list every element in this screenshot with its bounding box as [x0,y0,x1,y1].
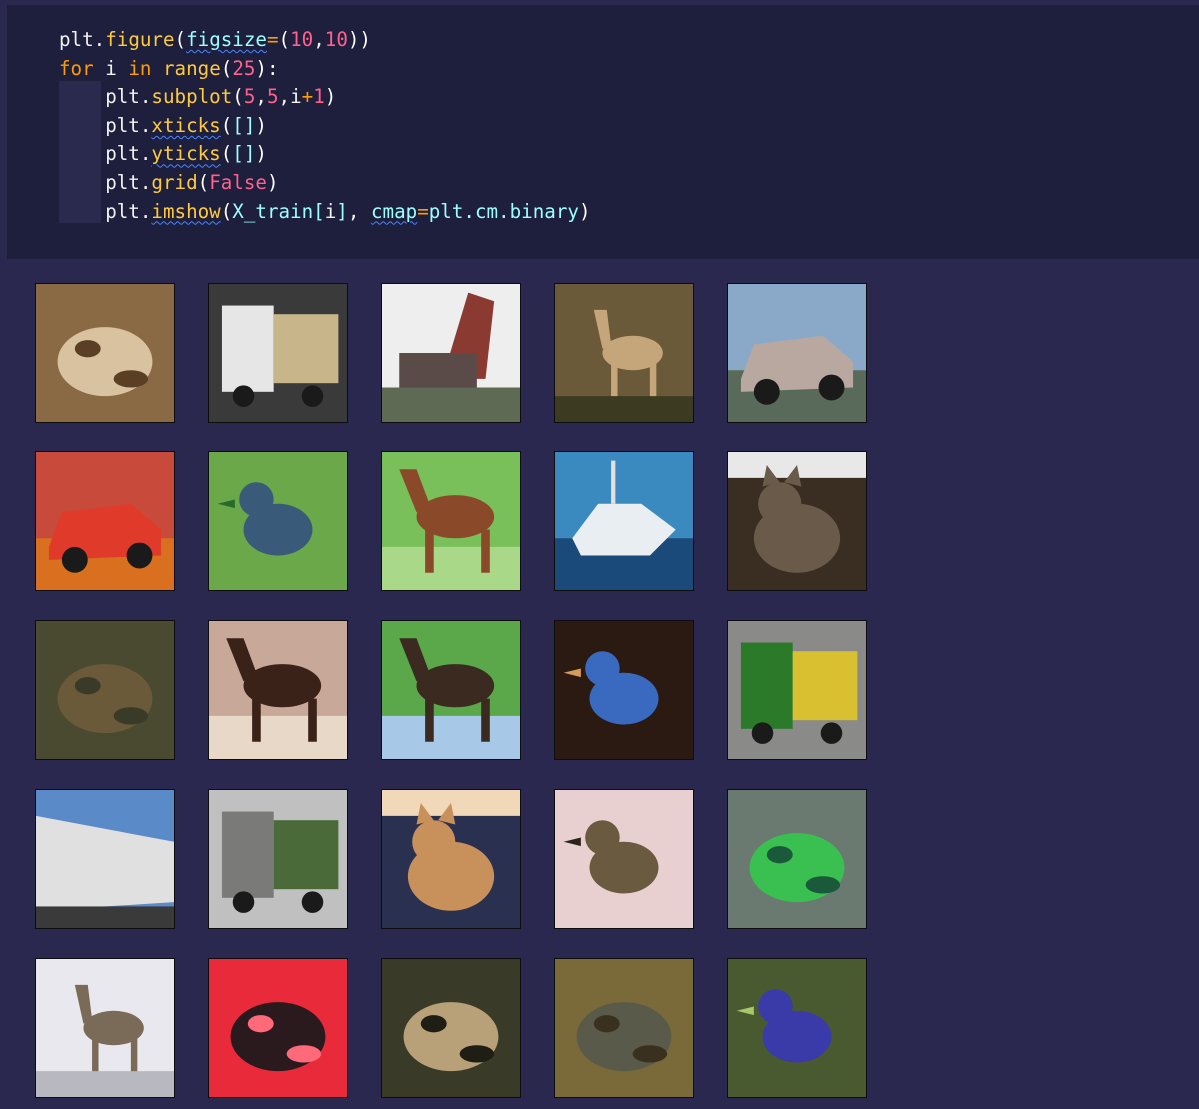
truck-image [208,283,348,423]
code-token: , [313,28,325,51]
code-token: plt. [59,199,152,223]
truck-people-image [208,789,348,929]
code-token: ) [324,85,337,109]
code-token: , [347,199,371,223]
code-token: figsize [186,28,267,51]
code-token: False [209,170,267,194]
code-token: yticks [151,142,221,166]
code-editor[interactable]: plt.figure(figsize=(10,10)) for i in rang… [59,26,591,226]
code-line[interactable]: plt.figure(figsize=(10,10)) [59,26,591,55]
code-token: 25 [232,56,256,80]
code-token: imshow [151,199,221,223]
code-token: i [93,56,129,80]
code-token: ) [578,199,591,223]
output-area [0,259,1199,1109]
code-line[interactable]: plt.yticks([]) [59,140,591,169]
code-token: ( [232,85,244,109]
code-token: for [59,56,94,80]
code-token: ) [266,170,279,194]
sparrow-image [554,789,694,929]
ship-image [554,451,694,591]
code-token: + [301,85,314,109]
code-token: in [128,56,152,80]
code-token: range [162,56,221,80]
cassowary-image [727,958,867,1098]
code-token: )) [347,28,371,51]
code-token: i [324,199,337,223]
frog-image [35,283,175,423]
code-token: xticks [151,113,221,137]
code-token: plt. [59,170,152,194]
horse-field-image [381,620,521,760]
code-line[interactable]: plt.xticks([]) [59,112,591,141]
bluebird-image [554,620,694,760]
code-token: ( [220,199,233,223]
code-token: plt. [59,85,152,109]
code-token: ( [220,56,233,80]
green-truck-image [727,620,867,760]
cat-image [727,451,867,591]
black-frog-image [208,958,348,1098]
code-line[interactable]: plt.grid(False) [59,169,591,198]
code-token: ] [336,199,348,223]
code-line[interactable]: plt.imshow(X_train[i], cmap=plt.cm.binar… [59,198,591,227]
trailer-image [35,789,175,929]
code-line[interactable]: plt.subplot(5,5,i+1) [59,83,591,112]
code-token: grid [151,170,198,194]
code-token: 5 [243,85,256,109]
code-token: ,i [278,85,302,109]
code-token: plt.cm.binary [428,199,579,223]
code-token: cmap [370,199,418,223]
code-token: ): [255,56,279,80]
code-token: , [255,85,267,109]
code-token: X_train [232,199,314,223]
deer-snow-image [35,958,175,1098]
code-token: 10 [290,28,314,51]
toad-image [381,958,521,1098]
code-token: ( [278,28,291,51]
code-token: ( [197,170,210,194]
code-token: = [266,28,279,51]
code-line[interactable]: for i in range(25): [59,55,591,84]
deer-image [554,283,694,423]
code-token: 5 [266,85,279,109]
code-token: ( [220,113,233,137]
code-token: 10 [324,28,348,51]
frog-statue-image [727,789,867,929]
code-token: subplot [151,85,233,109]
code-token: 1 [313,85,325,109]
code-token: ) [255,142,267,166]
deer-forest-image [35,620,175,760]
red-car-image [35,451,175,591]
car-image [727,283,867,423]
code-token: ( [174,28,187,51]
code-token: [] [232,142,256,166]
toad-ground-image [554,958,694,1098]
code-token: ( [220,142,233,166]
code-token: [] [232,113,256,137]
horse-rider-image [208,620,348,760]
code-token: [ [313,199,325,223]
code-token: plt. [59,28,106,51]
code-token: figure [105,28,175,51]
code-token: plt. [59,142,152,166]
code-token: = [417,199,429,223]
cat-sitting-image [381,789,521,929]
code-token: ) [255,113,267,137]
notebook: plt.figure(figsize=(10,10)) for i in rang… [0,0,1199,1109]
code-cell[interactable]: plt.figure(figsize=(10,10)) for i in rang… [7,5,1199,259]
horse-image [381,451,521,591]
bird-image [208,451,348,591]
dump-truck-image [381,283,521,423]
code-token: plt. [59,113,152,137]
